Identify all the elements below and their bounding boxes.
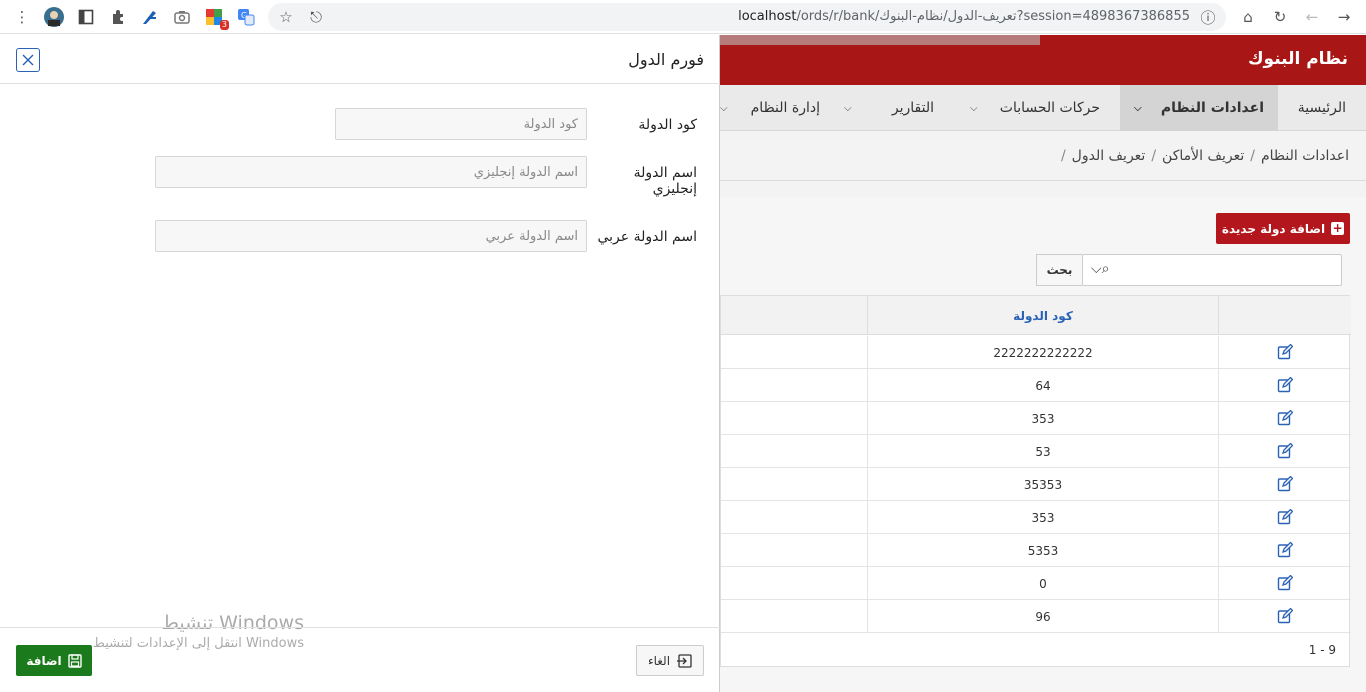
country-code-cell: 0 (867, 567, 1219, 600)
chevron-down-icon: ⌵ (970, 102, 978, 114)
country-name-ar-input[interactable] (155, 220, 587, 252)
extension-badge: 3 (219, 20, 229, 30)
country-code-cell: 353 (867, 402, 1219, 435)
close-icon[interactable] (16, 48, 40, 72)
chevron-down-icon: ⌵ (720, 102, 728, 114)
app-title[interactable]: نظام البنوك (1248, 49, 1348, 69)
translate-icon[interactable]: G (234, 5, 258, 29)
pen-extension-icon[interactable] (138, 5, 162, 29)
exit-icon (677, 653, 692, 668)
menu-item-home[interactable]: الرئيسية (1298, 85, 1346, 131)
country-name-en-label: اسم الدولة إنجليزي (633, 165, 697, 197)
reload-icon[interactable]: ↻ (1268, 5, 1292, 29)
menu-item-system-admin[interactable]: ⌵ إدارة النظام (720, 85, 820, 131)
search-row: ⌵⌕ بحث (1036, 254, 1342, 286)
country-code-label: كود الدولة (638, 117, 697, 133)
dialog-header: فورم الدول (0, 35, 720, 84)
country-code-cell: 53 (867, 435, 1219, 468)
edit-icon[interactable] (1277, 377, 1293, 393)
bookmark-star-icon[interactable]: ☆ (274, 5, 298, 29)
menu-item-system-settings[interactable]: ⌵ اعدادات النظام (1120, 85, 1278, 131)
back-icon[interactable]: ← (1300, 5, 1324, 29)
pagination-info: 1 - 9 (1308, 643, 1336, 657)
table-row: 96 (721, 600, 1351, 633)
country-name-en-input[interactable] (155, 156, 587, 188)
edit-icon[interactable] (1277, 344, 1293, 360)
breadcrumb: اعدادات النظام/تعريف الأماكن/تعريف الدول… (1060, 148, 1349, 164)
table-row: 2222222222222 (721, 336, 1351, 369)
table-row: 353 (721, 402, 1351, 435)
search-icon[interactable]: ⌵⌕ (1091, 261, 1109, 277)
edit-icon[interactable] (1277, 443, 1293, 459)
edit-icon[interactable] (1277, 509, 1293, 525)
country-code-cell: 353 (867, 501, 1219, 534)
country-code-cell: 2222222222222 (867, 336, 1219, 369)
country-code-cell: 96 (867, 600, 1219, 633)
cancel-button[interactable]: الغاء (636, 645, 704, 676)
edit-icon[interactable] (1277, 476, 1293, 492)
edit-icon[interactable] (1277, 608, 1293, 624)
dialog-title: فورم الدول (628, 50, 704, 69)
forward-icon[interactable]: → (1332, 5, 1356, 29)
search-input[interactable]: ⌵⌕ (1082, 254, 1342, 286)
edit-icon[interactable] (1277, 410, 1293, 426)
chevron-down-icon: ⌵ (1134, 102, 1142, 114)
home-icon[interactable]: ⌂ (1236, 5, 1260, 29)
table-row: 53 (721, 435, 1351, 468)
grid-header: كود الدولة (721, 296, 1351, 335)
plus-icon: + (1331, 221, 1345, 235)
table-row: 35353 (721, 468, 1351, 501)
table-row: 353 (721, 501, 1351, 534)
country-code-cell: 35353 (867, 468, 1219, 501)
edit-icon[interactable] (1277, 575, 1293, 591)
country-code-input[interactable] (335, 108, 587, 140)
country-name-ar-label: اسم الدولة عربي (597, 229, 697, 245)
chevron-down-icon: ⌵ (844, 102, 852, 114)
address-bar[interactable]: ☆ ⎋ localhost/ords/r/bank/تعريف-الدول/نظ… (268, 3, 1226, 31)
menu-item-account-transactions[interactable]: ⌵ حركات الحسابات (970, 85, 1100, 131)
menu-item-reports[interactable]: ⌵ التقارير (844, 85, 934, 131)
table-row: 0 (721, 567, 1351, 600)
breadcrumb-item-countries: تعريف الدول (1071, 148, 1146, 164)
save-icon (67, 653, 82, 668)
country-code-cell: 64 (867, 369, 1219, 402)
menu-dots-icon[interactable]: ⋮ (10, 5, 34, 29)
country-form-dialog: فورم الدول كود الدولة اسم الدولة إنجليزي… (0, 35, 720, 692)
countries-grid: كود الدولة 2222222222222 64 353 53 35353 353 5… (720, 295, 1351, 667)
country-code-cell: 5353 (867, 534, 1219, 567)
add-country-button[interactable]: اضافة دولة جديدة + (1216, 213, 1350, 244)
breadcrumb-item-locations[interactable]: تعريف الأماكن (1162, 148, 1244, 164)
table-row: 64 (721, 369, 1351, 402)
browser-toolbar: ⋮ 3 G ☆ ⎋ localhost/ords/r/bank/تعريف-ال… (0, 0, 1366, 34)
save-button[interactable]: اضافة (16, 645, 92, 676)
url-text[interactable]: localhost/ords/r/bank/تعريف-الدول/نظام-ا… (738, 9, 1190, 24)
edit-icon[interactable] (1277, 542, 1293, 558)
dialog-footer: اضافة الغاء (0, 627, 720, 692)
camera-icon[interactable] (170, 5, 194, 29)
share-icon[interactable]: ⎋ (304, 5, 328, 29)
extensions-icon[interactable] (106, 5, 130, 29)
breadcrumb-item-system-settings[interactable]: اعدادات النظام (1261, 148, 1349, 164)
sidebar-icon[interactable] (74, 5, 98, 29)
colorful-extension-icon[interactable]: 3 (202, 5, 229, 30)
search-button[interactable]: بحث (1036, 254, 1082, 286)
info-icon[interactable]: ⓘ (1196, 5, 1220, 29)
table-row: 5353 (721, 534, 1351, 567)
profile-avatar-icon[interactable] (42, 5, 66, 29)
column-header-country-code[interactable]: كود الدولة (867, 296, 1219, 335)
